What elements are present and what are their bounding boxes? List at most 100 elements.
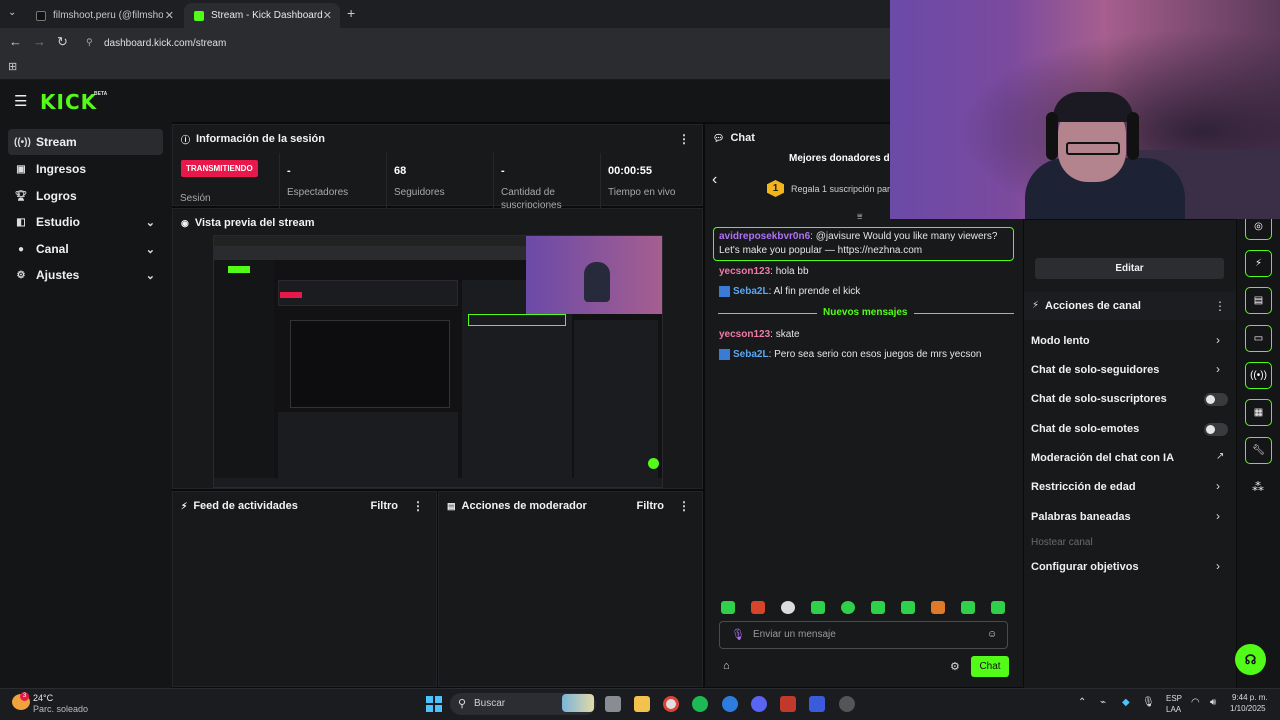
tab-search-chevron-icon[interactable]: ⌄	[8, 7, 16, 18]
chevron-up-icon[interactable]: ⌃	[1078, 697, 1086, 708]
sidebar-item-ajustes[interactable]: ⚙ Ajustes ⌄	[8, 262, 163, 288]
chat-username[interactable]: yecson123	[719, 329, 770, 340]
weather-desc[interactable]: Parc. soleado	[33, 704, 88, 714]
emote-icon[interactable]	[811, 601, 825, 614]
store-icon[interactable]: ⌂	[723, 660, 730, 672]
more-options-icon[interactable]: ⋮	[1214, 299, 1226, 313]
emote-icon[interactable]	[721, 601, 735, 614]
microphone-icon[interactable]: 🎙︎	[1142, 697, 1155, 708]
chevron-right-icon[interactable]: ›	[1216, 509, 1220, 523]
emotes-only-toggle[interactable]	[1204, 423, 1228, 436]
filter-button[interactable]: Filtro	[637, 500, 665, 512]
back-icon[interactable]: ←	[9, 34, 22, 49]
clock-time[interactable]: 9:44 p. m.	[1232, 693, 1268, 702]
tray-app-icon[interactable]: ◆	[1122, 697, 1130, 708]
action-emotes-only[interactable]: Chat de solo-emotes	[1031, 423, 1139, 435]
forward-icon[interactable]: →	[33, 34, 46, 49]
app-icon[interactable]	[722, 696, 738, 712]
chat-message: Seba2L: Al fin prende el kick	[719, 285, 860, 299]
document-icon[interactable]: ▤	[1245, 287, 1272, 314]
apps-grid-icon[interactable]: ⊞	[8, 60, 17, 73]
more-options-icon[interactable]: ⋮	[678, 499, 690, 513]
tab-kick-dashboard[interactable]: Stream - Kick Dashboard ✕	[184, 3, 340, 28]
emote-icon[interactable]	[901, 601, 915, 614]
support-chat-icon[interactable]: ☊	[1235, 644, 1266, 675]
reload-icon[interactable]: ↻	[57, 34, 68, 50]
more-options-icon[interactable]: ⋮	[678, 132, 690, 146]
action-configure-goals[interactable]: Configurar objetivos	[1031, 561, 1139, 573]
url-field[interactable]: dashboard.kick.com/stream	[104, 34, 226, 52]
wrench-icon[interactable]: 🔧︎	[1245, 437, 1272, 464]
more-options-icon[interactable]: ⋮	[412, 499, 424, 513]
layout-icon[interactable]: ▦	[1245, 399, 1272, 426]
taskbar-search-label[interactable]: Buscar	[474, 698, 505, 709]
chat-send-button[interactable]: Chat	[971, 656, 1009, 677]
emote-icon[interactable]	[991, 601, 1005, 614]
tab-filmshoot[interactable]: filmshoot.peru (@filmshoot.pe… ✕	[26, 3, 182, 28]
external-link-icon[interactable]: ↗	[1216, 451, 1224, 462]
action-followers-only[interactable]: Chat de solo-seguidores	[1031, 364, 1159, 376]
file-explorer-icon[interactable]	[634, 696, 650, 712]
panel-title: Vista previa del stream	[194, 217, 315, 229]
action-banned-words[interactable]: Palabras baneadas	[1031, 511, 1131, 523]
task-view-icon[interactable]	[605, 696, 621, 712]
chat-username[interactable]: Seba2L	[733, 286, 769, 297]
pin-icon[interactable]: ⩸	[857, 211, 862, 222]
chat-username[interactable]: yecson123	[719, 266, 770, 277]
chevron-left-icon[interactable]: ‹	[712, 171, 717, 189]
emote-icon[interactable]	[871, 601, 885, 614]
emote-icon[interactable]	[751, 601, 765, 614]
chrome-icon[interactable]	[663, 696, 679, 712]
sidebar-item-logros[interactable]: 🏆︎ Logros	[8, 183, 163, 209]
action-subscribers-only[interactable]: Chat de solo-suscriptores	[1031, 393, 1167, 405]
keyboard-label[interactable]: LAA	[1166, 705, 1181, 714]
network-icon[interactable]: ⌁	[1100, 697, 1106, 708]
broadcast-icon[interactable]: ((•))	[1245, 362, 1272, 389]
chat-icon[interactable]: ▭	[1245, 325, 1272, 352]
chevron-right-icon[interactable]: ›	[1216, 333, 1220, 347]
app-icon[interactable]	[809, 696, 825, 712]
obs-icon[interactable]	[839, 696, 855, 712]
emote-icon[interactable]	[961, 601, 975, 614]
site-info-icon[interactable]: ⚲	[86, 37, 93, 48]
game-icon[interactable]	[780, 696, 796, 712]
language-label[interactable]: ESP	[1166, 694, 1182, 703]
stream-preview-video[interactable]	[213, 235, 663, 488]
action-age-restriction[interactable]: Restricción de edad	[1031, 481, 1136, 493]
action-ai-moderation[interactable]: Moderación del chat con IA	[1031, 452, 1174, 464]
chevron-right-icon[interactable]: ›	[1216, 362, 1220, 376]
chevron-right-icon[interactable]: ›	[1216, 559, 1220, 573]
wifi-icon[interactable]: ◠	[1191, 697, 1200, 708]
sidebar-item-stream[interactable]: ((•)) Stream	[8, 129, 163, 155]
volume-icon[interactable]: 🔊︎	[1210, 697, 1216, 708]
kick-logo[interactable]: KICK	[40, 90, 97, 114]
close-tab-icon[interactable]: ✕	[165, 9, 174, 22]
subscribers-only-toggle[interactable]	[1204, 393, 1228, 406]
spotify-icon[interactable]	[692, 696, 708, 712]
chat-username[interactable]: avidreposekbvr0n6	[719, 231, 810, 242]
emote-icon[interactable]	[931, 601, 945, 614]
emote-icon[interactable]	[781, 601, 795, 614]
collaborators-icon[interactable]: ⁂	[1252, 480, 1264, 494]
close-tab-icon[interactable]: ✕	[323, 9, 332, 22]
new-tab-icon[interactable]: +	[347, 5, 355, 21]
sidebar-item-estudio[interactable]: ◧ Estudio ⌄	[8, 209, 163, 235]
settings-gear-icon[interactable]: ⚙	[950, 660, 960, 673]
microphone-icon[interactable]: 🎙︎	[731, 628, 745, 641]
sidebar-item-ingresos[interactable]: ▣ Ingresos	[8, 156, 163, 182]
filter-button[interactable]: Filtro	[371, 500, 399, 512]
menu-icon[interactable]: ☰	[14, 92, 27, 110]
discord-icon[interactable]	[751, 696, 767, 712]
chat-input[interactable]: Enviar un mensaje	[753, 629, 836, 640]
windows-start-icon[interactable]	[426, 696, 442, 712]
lightning-icon[interactable]: ⚡︎	[1245, 250, 1272, 277]
clock-date[interactable]: 1/10/2025	[1230, 704, 1266, 713]
sidebar-item-canal[interactable]: ● Canal ⌄	[8, 236, 163, 262]
emote-icon[interactable]	[841, 601, 855, 614]
action-slow-mode[interactable]: Modo lento	[1031, 335, 1090, 347]
chevron-right-icon[interactable]: ›	[1216, 479, 1220, 493]
weather-temp[interactable]: 24°C	[33, 693, 53, 703]
chat-username[interactable]: Seba2L	[733, 349, 769, 360]
emoji-icon[interactable]: ☺	[987, 629, 997, 640]
edit-button[interactable]: Editar	[1035, 258, 1224, 279]
